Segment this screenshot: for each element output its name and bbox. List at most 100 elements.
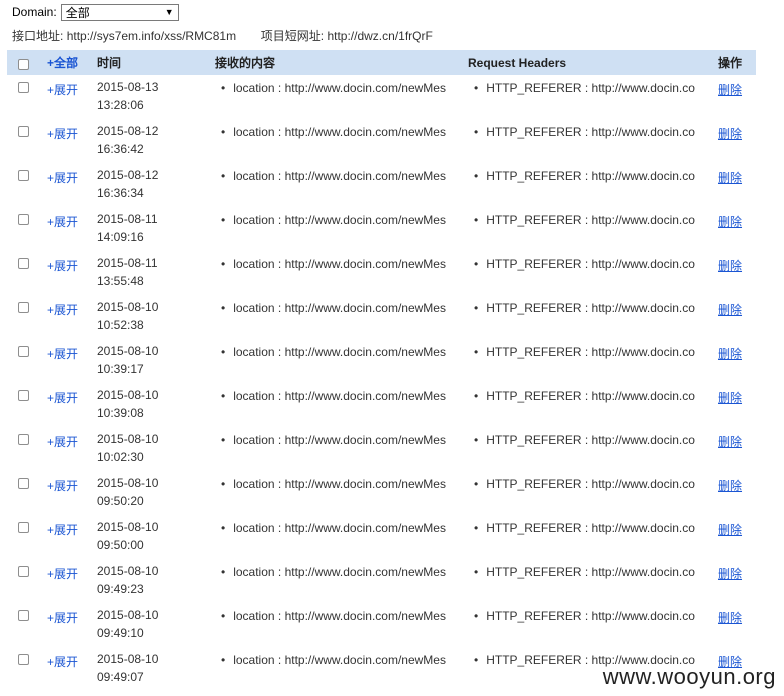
row-time: 2015-08-10 09:49:07: [97, 650, 158, 686]
table-row: +展开 2015-08-11 14:09:16 location : http://w…: [7, 207, 756, 251]
row-checkbox[interactable]: [18, 170, 29, 181]
row-date: 2015-08-10: [97, 476, 159, 490]
row-request-header: HTTP_REFERER : http://www.docin.co: [468, 609, 695, 623]
delete-link[interactable]: 删除: [718, 125, 742, 142]
row-date: 2015-08-11: [97, 256, 158, 270]
table-header-row: +全部 时间 接收的内容 Request Headers 操作: [7, 50, 756, 75]
delete-link[interactable]: 删除: [718, 521, 742, 538]
row-date: 2015-08-10: [97, 652, 159, 666]
records-table: +全部 时间 接收的内容 Request Headers 操作 +展开 2015-…: [7, 50, 756, 691]
row-clock: 10:52:38: [97, 318, 144, 332]
row-time: 2015-08-10 10:39:17: [97, 342, 158, 378]
row-date: 2015-08-12: [97, 168, 159, 182]
row-request-header: HTTP_REFERER : http://www.docin.co: [468, 301, 695, 315]
row-expand-link[interactable]: +展开: [47, 477, 78, 494]
row-checkbox[interactable]: [18, 126, 29, 137]
row-content: location : http://www.docin.com/newMes: [215, 213, 446, 227]
row-request-header: HTTP_REFERER : http://www.docin.co: [468, 433, 695, 447]
row-content: location : http://www.docin.com/newMes: [215, 521, 446, 535]
table-row: +展开 2015-08-13 13:28:06 location : http://w…: [7, 75, 756, 119]
row-clock: 09:49:23: [97, 582, 144, 596]
table-row: +展开 2015-08-12 16:36:34 location : http://w…: [7, 163, 756, 207]
row-date: 2015-08-13: [97, 80, 159, 94]
row-checkbox[interactable]: [18, 566, 29, 577]
row-checkbox[interactable]: [18, 82, 29, 93]
delete-link[interactable]: 删除: [718, 301, 742, 318]
row-checkbox[interactable]: [18, 390, 29, 401]
table-row: +展开 2015-08-10 09:49:23 location : http://w…: [7, 559, 756, 603]
row-date: 2015-08-10: [97, 344, 159, 358]
delete-link[interactable]: 删除: [718, 609, 742, 626]
row-request-header: HTTP_REFERER : http://www.docin.co: [468, 125, 695, 139]
row-content: location : http://www.docin.com/newMes: [215, 477, 446, 491]
time-header: 时间: [97, 56, 122, 70]
row-clock: 09:49:10: [97, 626, 144, 640]
row-checkbox[interactable]: [18, 522, 29, 533]
row-checkbox[interactable]: [18, 346, 29, 357]
row-checkbox[interactable]: [18, 610, 29, 621]
row-time: 2015-08-10 10:02:30: [97, 430, 158, 466]
row-time: 2015-08-11 13:55:48: [97, 254, 158, 290]
row-date: 2015-08-10: [97, 300, 159, 314]
row-checkbox[interactable]: [18, 214, 29, 225]
row-expand-link[interactable]: +展开: [47, 433, 78, 450]
row-checkbox[interactable]: [18, 478, 29, 489]
row-expand-link[interactable]: +展开: [47, 653, 78, 670]
row-clock: 13:55:48: [97, 274, 144, 288]
row-expand-link[interactable]: +展开: [47, 565, 78, 582]
row-expand-link[interactable]: +展开: [47, 213, 78, 230]
row-clock: 16:36:34: [97, 186, 144, 200]
row-checkbox[interactable]: [18, 258, 29, 269]
row-request-header: HTTP_REFERER : http://www.docin.co: [468, 169, 695, 183]
row-time: 2015-08-11 14:09:16: [97, 210, 158, 246]
row-request-header: HTTP_REFERER : http://www.docin.co: [468, 389, 695, 403]
delete-link[interactable]: 删除: [718, 565, 742, 582]
row-clock: 09:50:00: [97, 538, 144, 552]
row-expand-link[interactable]: +展开: [47, 169, 78, 186]
delete-link[interactable]: 删除: [718, 213, 742, 230]
row-expand-link[interactable]: +展开: [47, 125, 78, 142]
delete-link[interactable]: 删除: [718, 389, 742, 406]
row-expand-link[interactable]: +展开: [47, 257, 78, 274]
row-content: location : http://www.docin.com/newMes: [215, 345, 446, 359]
table-row: +展开 2015-08-12 16:36:42 location : http://w…: [7, 119, 756, 163]
row-clock: 10:39:08: [97, 406, 144, 420]
row-checkbox[interactable]: [18, 302, 29, 313]
row-checkbox[interactable]: [18, 654, 29, 665]
expand-all-link[interactable]: +全部: [47, 54, 78, 71]
delete-link[interactable]: 删除: [718, 477, 742, 494]
request-headers-header: Request Headers: [468, 55, 567, 70]
row-time: 2015-08-12 16:36:34: [97, 166, 158, 202]
row-time: 2015-08-10 09:49:10: [97, 606, 158, 642]
row-expand-link[interactable]: +展开: [47, 389, 78, 406]
domain-select[interactable]: 全部 ▼: [60, 3, 179, 21]
row-content: location : http://www.docin.com/newMes: [215, 389, 446, 403]
row-content: location : http://www.docin.com/newMes: [215, 609, 446, 623]
delete-link[interactable]: 删除: [718, 169, 742, 186]
row-clock: 10:02:30: [97, 450, 144, 464]
row-expand-link[interactable]: +展开: [47, 301, 78, 318]
delete-link[interactable]: 删除: [718, 257, 742, 274]
row-expand-link[interactable]: +展开: [47, 81, 78, 98]
select-all-checkbox[interactable]: [18, 58, 29, 70]
row-clock: 09:50:20: [97, 494, 144, 508]
api-address-url: http://sys7em.info/xss/RMC81m: [66, 29, 237, 43]
row-expand-link[interactable]: +展开: [47, 521, 78, 538]
table-row: +展开 2015-08-10 09:49:10 location : http://w…: [7, 603, 756, 647]
api-address-label: 接口地址:: [12, 29, 64, 43]
row-request-header: HTTP_REFERER : http://www.docin.co: [468, 521, 695, 535]
row-expand-link[interactable]: +展开: [47, 345, 78, 362]
row-content: location : http://www.docin.com/newMes: [215, 125, 446, 139]
row-time: 2015-08-10 09:49:23: [97, 562, 158, 598]
row-expand-link[interactable]: +展开: [47, 609, 78, 626]
row-date: 2015-08-10: [97, 520, 159, 534]
row-time: 2015-08-10 10:52:38: [97, 298, 158, 334]
table-row: +展开 2015-08-10 09:50:20 location : http://w…: [7, 471, 756, 515]
delete-link[interactable]: 删除: [718, 433, 742, 450]
row-date: 2015-08-10: [97, 432, 159, 446]
row-time: 2015-08-10 09:50:00: [97, 518, 158, 554]
delete-link[interactable]: 删除: [718, 345, 742, 362]
short-url-value: http://dwz.cn/1frQrF: [327, 29, 433, 43]
row-checkbox[interactable]: [18, 434, 29, 445]
delete-link[interactable]: 删除: [718, 81, 742, 98]
